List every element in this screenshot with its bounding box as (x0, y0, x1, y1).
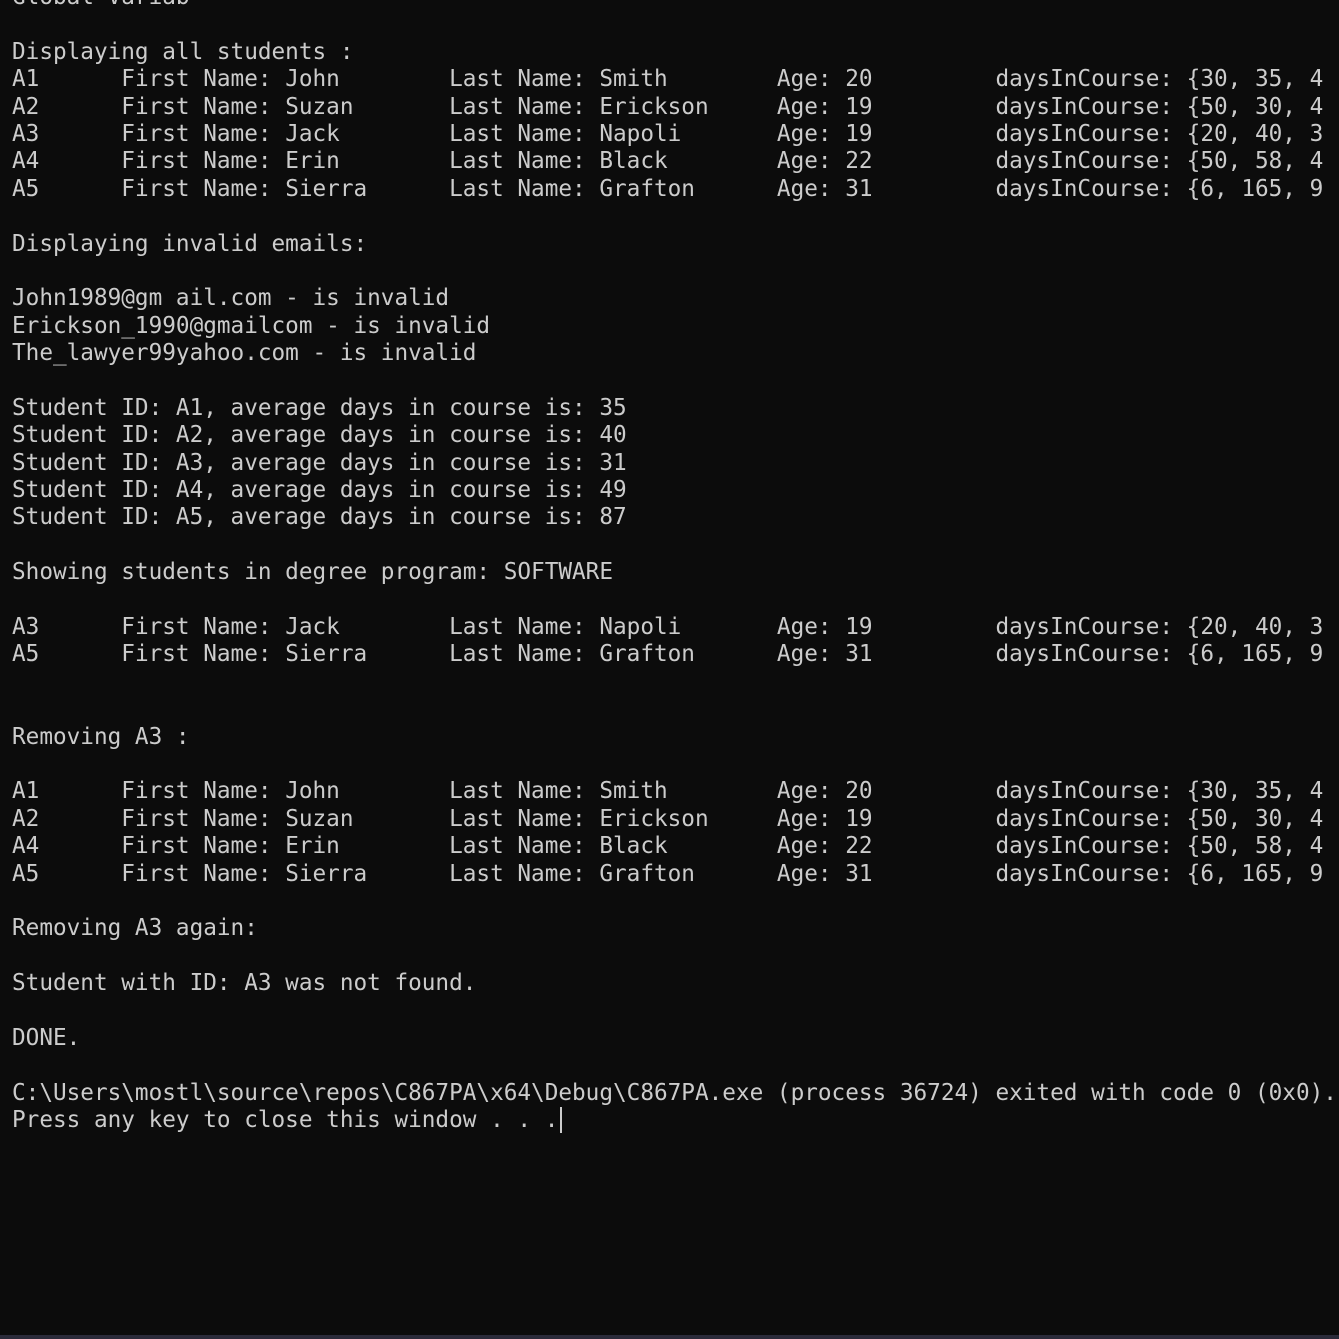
console-line: DONE. (12, 1024, 81, 1051)
console-window[interactable]: Global VariabDisplaying all students :A1… (0, 0, 1339, 1339)
text-cursor (560, 1107, 563, 1134)
console-line: Student ID: A3, average days in course i… (12, 449, 627, 476)
console-output: Global VariabDisplaying all students :A1… (12, 0, 1337, 1134)
console-line: C:\Users\mostl\source\repos\C867PA\x64\D… (12, 1079, 1337, 1106)
console-line: Student with ID: A3 was not found. (12, 970, 477, 997)
console-line: Press any key to close this window . . . (12, 1107, 1337, 1134)
console-line: A2 First Name: Suzan Last Name: Erickson… (12, 805, 1324, 832)
console-line: The_lawyer99yahoo.com - is invalid (12, 340, 477, 367)
console-line: Removing A3 again: (12, 915, 258, 942)
console-line: A4 First Name: Erin Last Name: Black Age… (12, 833, 1324, 860)
console-line: A3 First Name: Jack Last Name: Napoli Ag… (12, 613, 1324, 640)
console-line: Student ID: A1, average days in course i… (12, 394, 627, 421)
console-line: A5 First Name: Sierra Last Name: Grafton… (12, 860, 1324, 887)
console-line: Displaying invalid emails: (12, 230, 368, 257)
console-line: Showing students in degree program: SOFT… (12, 559, 613, 586)
console-line: Removing A3 : (12, 723, 190, 750)
console-line: A4 First Name: Erin Last Name: Black Age… (12, 148, 1324, 175)
console-line: A1 First Name: John Last Name: Smith Age… (12, 778, 1324, 805)
console-line: Student ID: A2, average days in course i… (12, 422, 627, 449)
console-line: Global Variab (12, 0, 1337, 11)
console-line: A1 First Name: John Last Name: Smith Age… (12, 66, 1324, 93)
window-bottom-border (0, 1335, 1339, 1339)
console-line: A3 First Name: Jack Last Name: Napoli Ag… (12, 120, 1324, 147)
console-line: Student ID: A5, average days in course i… (12, 504, 627, 531)
console-line: John1989@gm ail.com - is invalid (12, 285, 450, 312)
console-line: A5 First Name: Sierra Last Name: Grafton… (12, 175, 1324, 202)
console-line: Displaying all students : (12, 38, 354, 65)
console-line: Erickson_1990@gmailcom - is invalid (12, 312, 491, 339)
console-line: A2 First Name: Suzan Last Name: Erickson… (12, 93, 1324, 120)
console-line: Student ID: A4, average days in course i… (12, 477, 627, 504)
console-line: A5 First Name: Sierra Last Name: Grafton… (12, 641, 1324, 668)
